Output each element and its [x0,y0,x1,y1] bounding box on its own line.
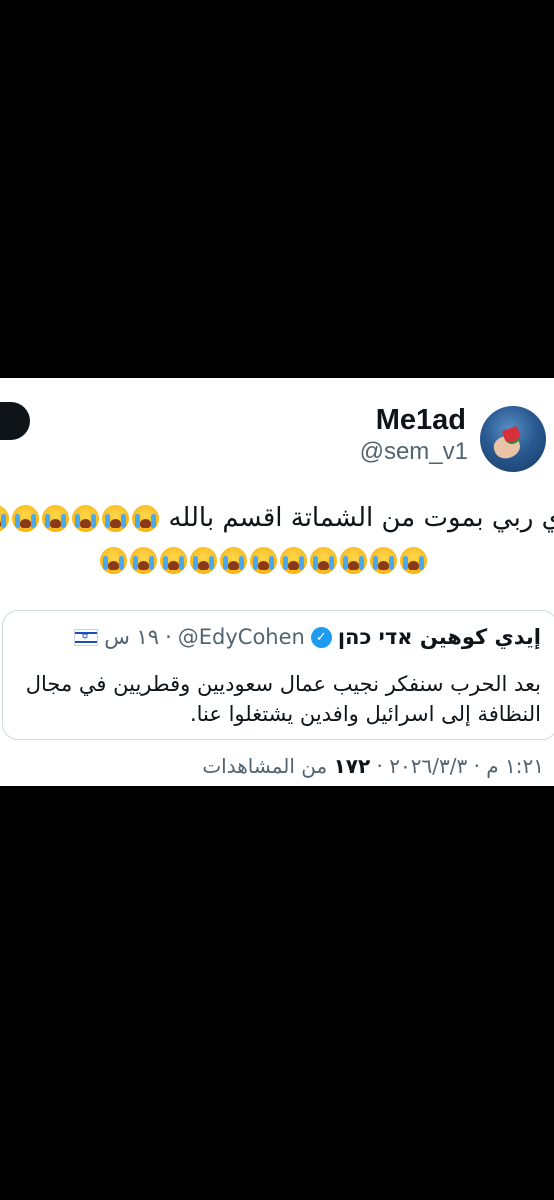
separator-dot: · [376,754,383,778]
display-name[interactable]: Me1ad [376,404,466,437]
quoted-handle: @EdyCohen [177,625,305,649]
quoted-timestamp: ١٩ س [104,625,160,649]
separator-dot: · [473,754,480,778]
crying-face-emoji-icon [309,547,337,574]
tweet-metadata: ١:٢١ م · ٢٠٢٦/٣/٣ · ١٧٢ من المشاهدات [202,754,544,778]
follow-button[interactable]: تا [0,402,30,440]
crying-face-emoji-icon [99,547,127,574]
quoted-tweet-header: إيدي كوهين אדי כהן ✓ @EdyCohen · ١٩ س [64,625,541,649]
tweet-text-line-2 [98,544,428,576]
tweet-date: ٢٠٢٦/٣/٣ [389,754,468,778]
crying-face-emoji-icon [279,547,307,574]
quoted-display-name: إيدي كوهين אדי כהן [337,625,541,649]
emoji-row-2 [98,545,428,575]
crying-face-emoji-icon [71,505,99,532]
user-handle[interactable]: @sem_v1 [360,438,468,466]
crying-face-emoji-icon [101,505,129,532]
crying-face-emoji-icon [189,547,217,574]
israel-flag-icon [74,628,99,646]
crying-face-emoji-icon [219,547,247,574]
crying-face-emoji-icon [159,547,187,574]
emoji-row-1 [0,503,160,533]
views-count[interactable]: ١٧٢ [334,754,371,778]
crying-face-emoji-icon [11,505,39,532]
avatar[interactable] [480,406,546,472]
quoted-tweet[interactable]: إيدي كوهين אדי כהן ✓ @EdyCohen · ١٩ س بع… [2,610,554,740]
separator-dot: · [165,625,172,649]
crying-face-emoji-icon [0,505,9,532]
verified-badge-icon: ✓ [310,626,332,648]
crying-face-emoji-icon [339,547,367,574]
tweet-text: ي ربي بموت من الشماتة اقسم بالله [168,503,554,533]
quoted-tweet-text: بعد الحرب سنفكر نجيب عمال سعوديين وقطريي… [25,672,541,726]
crying-face-emoji-icon [129,547,157,574]
crying-face-emoji-icon [131,505,159,532]
crying-face-emoji-icon [41,505,69,532]
tweet-card: Me1ad @sem_v1 تا ي ربي بموت من الشماتة ا… [0,378,554,786]
tweet-text-line-1: ي ربي بموت من الشماتة اقسم بالله [0,502,554,534]
tweet-time: ١:٢١ م [486,754,544,778]
views-label: من المشاهدات [202,754,328,778]
crying-face-emoji-icon [399,547,427,574]
crying-face-emoji-icon [249,547,277,574]
crying-face-emoji-icon [369,547,397,574]
